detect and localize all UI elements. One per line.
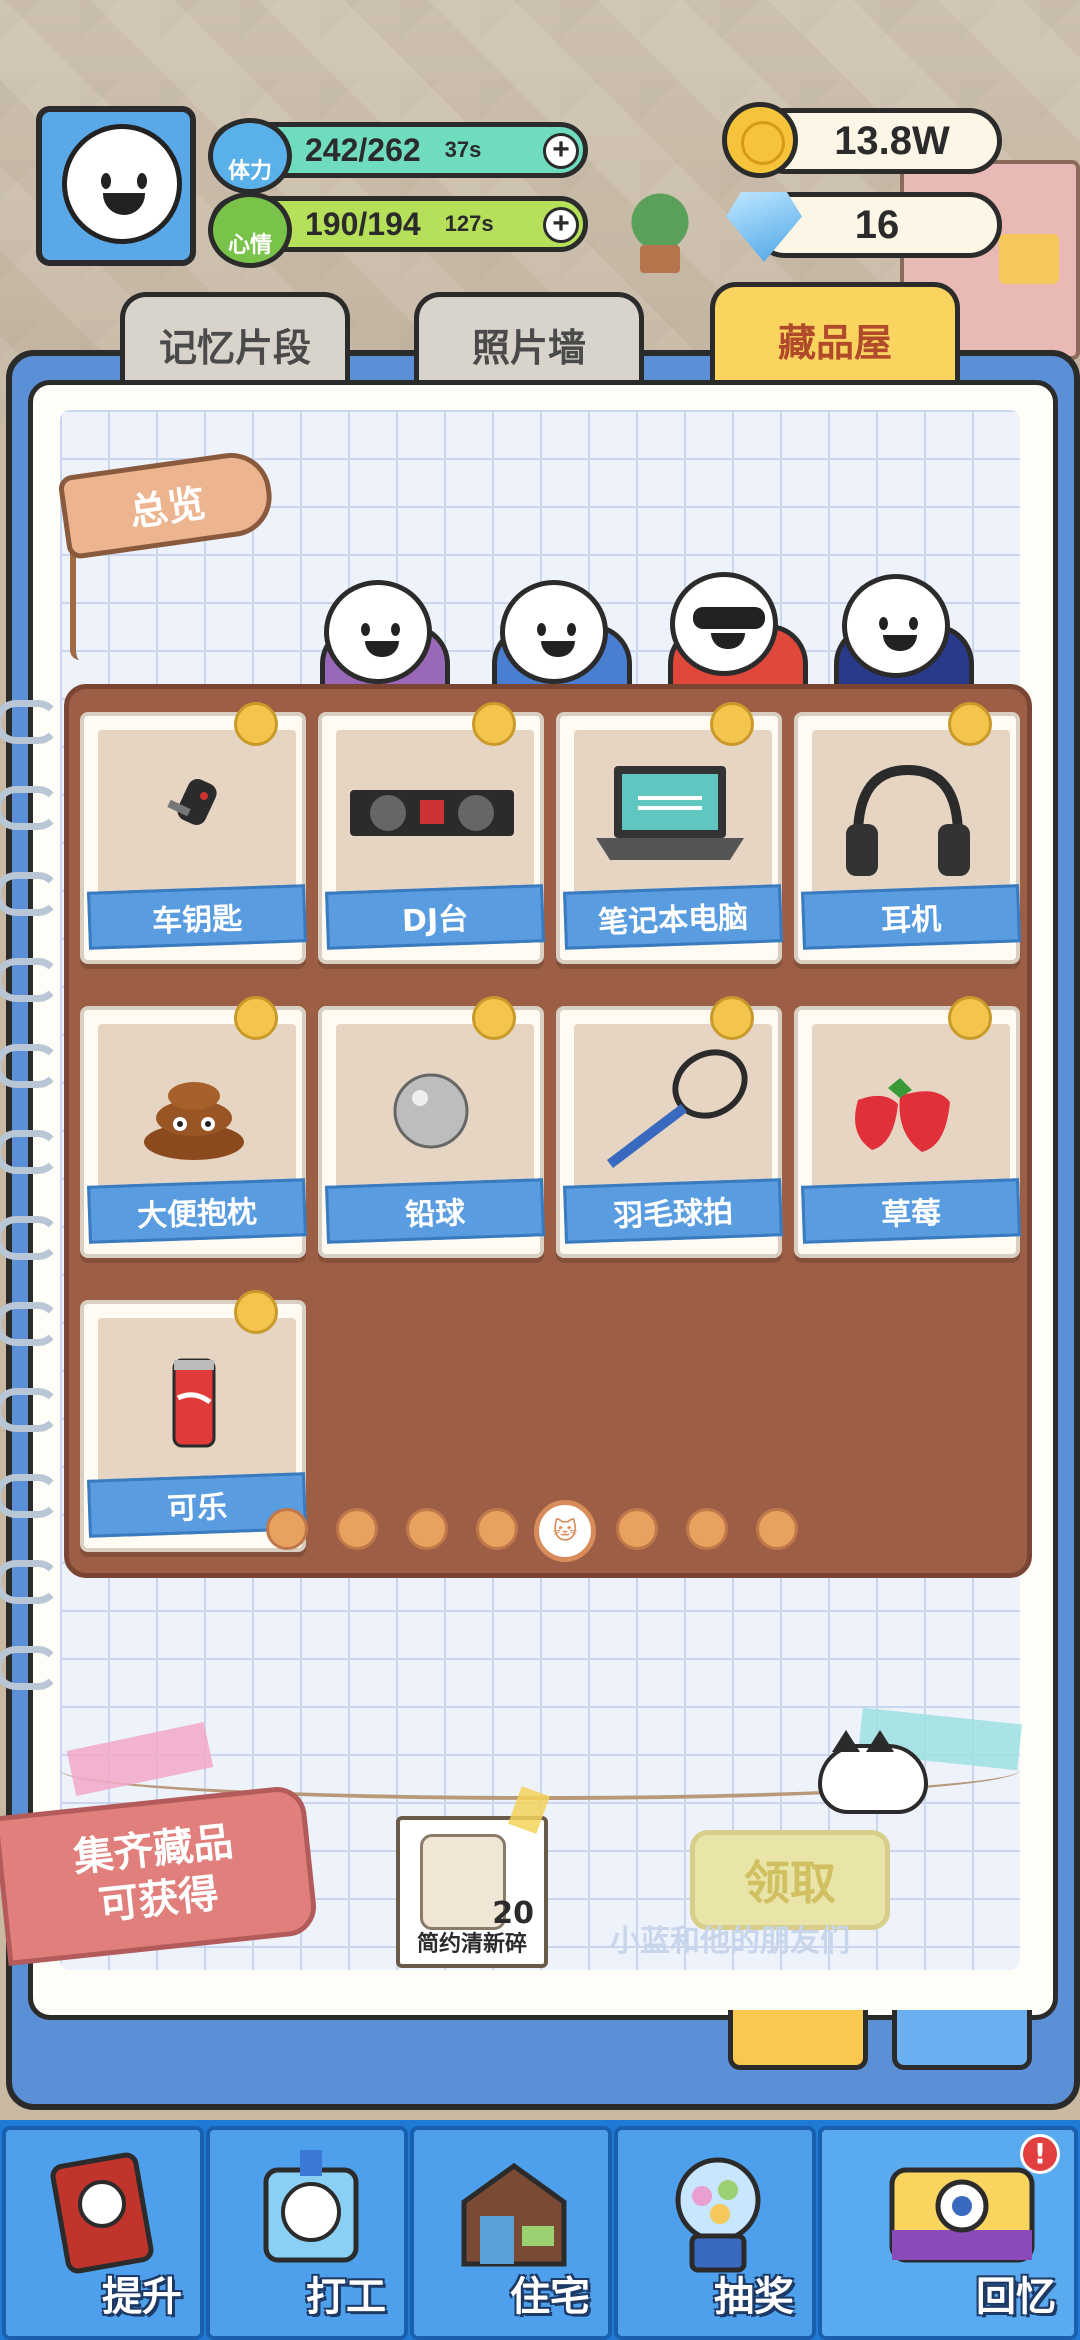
character-head-sunglasses-icon xyxy=(670,572,778,676)
shot-put-icon xyxy=(386,1066,476,1156)
tab-label: 藏品屋 xyxy=(777,321,892,365)
stamina-label: 体力 xyxy=(227,159,272,184)
pin-icon xyxy=(948,996,992,1040)
strawberry-icon xyxy=(838,1070,968,1160)
cola-can-icon xyxy=(164,1354,224,1454)
card-label: 大便抱枕 xyxy=(87,1178,307,1244)
nav-residence[interactable]: 住宅 xyxy=(410,2126,612,2340)
collection-card-badminton-racket[interactable]: 羽毛球拍 xyxy=(556,996,783,1258)
page-indicator: 🐱 xyxy=(262,1500,822,1562)
tab-label: 记忆片段 xyxy=(158,326,311,370)
collection-card-headphones[interactable]: 耳机 xyxy=(794,702,1021,964)
pin-icon xyxy=(234,1290,278,1334)
page-dot[interactable] xyxy=(266,1508,308,1550)
card-label: 耳机 xyxy=(801,884,1021,950)
claim-button[interactable]: 领取 xyxy=(690,1830,890,1930)
collection-card-car-key[interactable]: 车钥匙 xyxy=(80,702,307,964)
tab-collection-room[interactable]: 藏品屋 xyxy=(710,282,960,392)
book-icon xyxy=(46,2146,166,2276)
nav-label: 回忆 xyxy=(976,2274,1056,2320)
tab-memory-fragments[interactable]: 记忆片段 xyxy=(120,292,350,392)
badminton-racket-icon xyxy=(580,1034,770,1184)
collection-card-laptop[interactable]: 笔记本电脑 xyxy=(556,702,783,964)
stamina-add-button[interactable]: + xyxy=(543,133,579,169)
nav-memories[interactable]: ! 回忆 xyxy=(818,2126,1078,2340)
spiral-binding xyxy=(0,700,64,1800)
collection-card-shot-put[interactable]: 铅球 xyxy=(318,996,545,1258)
coin-value: 13.8W xyxy=(834,118,950,163)
collection-card-strawberry[interactable]: 草莓 xyxy=(794,996,1021,1258)
collection-card-dj-deck[interactable]: DJ台 xyxy=(318,702,545,964)
claim-button-label: 领取 xyxy=(744,1856,836,1910)
page-dot[interactable] xyxy=(476,1508,518,1550)
car-key-icon xyxy=(154,766,234,846)
pin-icon xyxy=(234,702,278,746)
pin-icon xyxy=(472,996,516,1040)
character-head-icon xyxy=(500,580,608,684)
page-dot[interactable] xyxy=(336,1508,378,1550)
stamina-dumbbell-icon: 体力 xyxy=(208,118,292,194)
page-dot-active-cat-icon[interactable]: 🐱 xyxy=(534,1500,596,1562)
character-head-icon xyxy=(324,580,432,684)
cat-decoration-icon xyxy=(818,1730,928,1814)
pin-icon xyxy=(948,702,992,746)
page-dot[interactable] xyxy=(756,1508,798,1550)
work-badge-icon xyxy=(250,2146,370,2276)
page-dot[interactable] xyxy=(406,1508,448,1550)
nav-label: 住宅 xyxy=(510,2274,590,2320)
nav-upgrade[interactable]: 提升 xyxy=(2,2126,204,2340)
nav-label: 抽奖 xyxy=(714,2274,794,2320)
pin-icon xyxy=(472,702,516,746)
mood-add-button[interactable]: + xyxy=(543,207,579,243)
plant-decoration xyxy=(620,190,700,273)
card-label: 车钥匙 xyxy=(87,884,307,950)
gacha-machine-icon xyxy=(658,2146,778,2276)
coin-icon xyxy=(722,102,798,178)
nav-label: 提升 xyxy=(102,2274,182,2320)
card-label: 笔记本电脑 xyxy=(563,884,783,950)
stamina-timer: 37s xyxy=(444,137,482,162)
card-label: 草莓 xyxy=(801,1178,1021,1244)
notification-badge: ! xyxy=(1020,2134,1060,2174)
house-icon xyxy=(454,2146,574,2276)
mood-label: 心情 xyxy=(227,233,272,258)
dj-deck-icon xyxy=(342,766,522,856)
bookmark-yellow-decoration xyxy=(728,2010,868,2070)
tab-label: 照片墙 xyxy=(471,326,586,370)
card-label: DJ台 xyxy=(325,884,545,950)
gem-value: 16 xyxy=(854,202,900,247)
pin-icon xyxy=(710,702,754,746)
poop-pillow-icon xyxy=(134,1054,254,1164)
card-label: 铅球 xyxy=(325,1178,545,1244)
reward-item-name: 简约清新碎 xyxy=(416,1932,527,1957)
laptop-icon xyxy=(580,756,760,876)
card-label: 羽毛球拍 xyxy=(563,1178,783,1244)
bookmark-blue-decoration xyxy=(892,2010,1032,2070)
pin-icon xyxy=(234,996,278,1040)
mood-heart-icon: 心情 xyxy=(208,192,292,268)
page-dot[interactable] xyxy=(686,1508,728,1550)
nav-label: 打工 xyxy=(306,2274,386,2320)
reward-item-card[interactable]: 20 简约清新碎 xyxy=(396,1816,548,1968)
camera-icon xyxy=(882,2146,1035,2276)
mood-timer: 127s xyxy=(444,211,494,236)
tab-photo-wall[interactable]: 照片墙 xyxy=(414,292,644,392)
overview-tag-label: 总览 xyxy=(126,480,209,535)
character-head-icon xyxy=(842,574,950,678)
avatar-face-icon xyxy=(62,124,182,244)
player-avatar[interactable] xyxy=(36,106,196,266)
headphones-icon xyxy=(838,756,978,886)
nav-work[interactable]: 打工 xyxy=(206,2126,408,2340)
collection-card-poop-pillow[interactable]: 大便抱枕 xyxy=(80,996,307,1258)
watermark-caption: 小蓝和他的朋友们 xyxy=(610,1924,850,1959)
nav-lottery[interactable]: 抽奖 xyxy=(614,2126,816,2340)
page-dot[interactable] xyxy=(616,1508,658,1550)
mood-value: 190/194 xyxy=(305,205,421,242)
stamina-value: 242/262 xyxy=(305,131,421,168)
